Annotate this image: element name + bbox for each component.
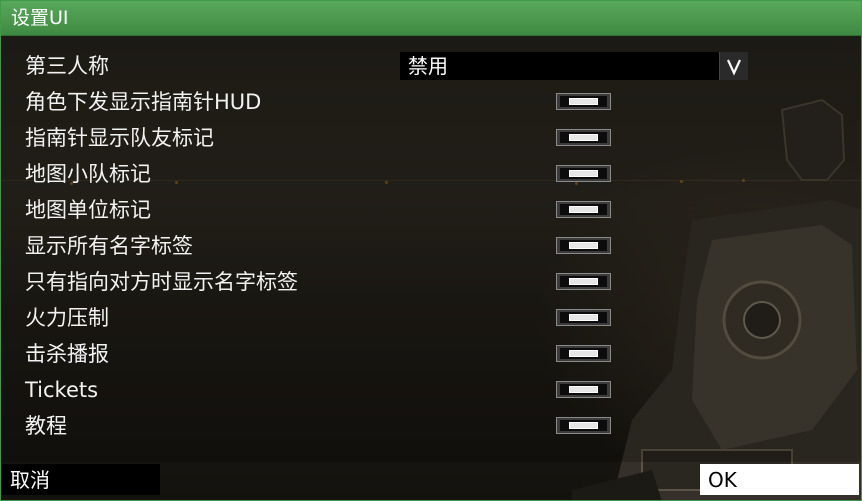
toggle-knob	[569, 422, 598, 429]
toggle-label-kill-feed: 击杀播报	[25, 342, 109, 366]
ok-button-label: OK	[708, 468, 737, 492]
toggle-all-nametags[interactable]	[556, 237, 611, 254]
toggle-knob	[569, 314, 598, 321]
toggle-knob	[569, 134, 598, 141]
toggle-map-squad[interactable]	[556, 165, 611, 182]
third-person-select-value: 禁用	[408, 54, 448, 78]
toggle-label-map-unit: 地图单位标记	[25, 198, 151, 222]
toggle-track	[560, 420, 607, 431]
toggle-label-tickets: Tickets	[25, 378, 99, 402]
toggle-track	[560, 204, 607, 215]
toggle-knob	[569, 242, 598, 249]
toggle-compass-hud[interactable]	[556, 93, 611, 110]
toggle-track	[560, 348, 607, 359]
chevron-down-icon[interactable]	[719, 52, 748, 80]
toggle-track	[560, 168, 607, 179]
toggle-label-suppression: 火力压制	[25, 306, 109, 330]
toggle-knob	[569, 206, 598, 213]
toggle-tickets[interactable]	[556, 381, 611, 398]
ok-button[interactable]: OK	[700, 464, 859, 495]
toggle-track	[560, 96, 607, 107]
toggle-knob	[569, 170, 598, 177]
toggle-label-all-nametags: 显示所有名字标签	[25, 234, 193, 258]
window-title: 设置UI	[11, 7, 69, 29]
toggle-track	[560, 132, 607, 143]
toggle-suppression[interactable]	[556, 309, 611, 326]
toggle-kill-feed[interactable]	[556, 345, 611, 362]
toggle-tutorial[interactable]	[556, 417, 611, 434]
toggle-label-tutorial: 教程	[25, 414, 67, 438]
cancel-button[interactable]: 取消	[2, 464, 160, 495]
toggle-compass-teammates[interactable]	[556, 129, 611, 146]
toggle-map-unit[interactable]	[556, 201, 611, 218]
toggle-track	[560, 276, 607, 287]
title-bar: 设置UI	[1, 1, 861, 36]
toggle-aimed-nametags[interactable]	[556, 273, 611, 290]
toggle-track	[560, 240, 607, 251]
toggle-label-compass-teammates: 指南针显示队友标记	[25, 126, 214, 150]
toggle-label-compass-hud: 角色下发显示指南针HUD	[25, 90, 262, 114]
toggle-knob	[569, 98, 598, 105]
toggle-label-aimed-nametags: 只有指向对方时显示名字标签	[25, 270, 298, 294]
third-person-select[interactable]: 禁用	[400, 52, 748, 80]
toggle-track	[560, 312, 607, 323]
toggle-knob	[569, 350, 598, 357]
toggle-knob	[569, 386, 598, 393]
toggle-track	[560, 384, 607, 395]
toggle-label-map-squad: 地图小队标记	[25, 162, 151, 186]
cancel-button-label: 取消	[10, 468, 50, 492]
third-person-label: 第三人称	[25, 54, 109, 78]
toggle-knob	[569, 278, 598, 285]
